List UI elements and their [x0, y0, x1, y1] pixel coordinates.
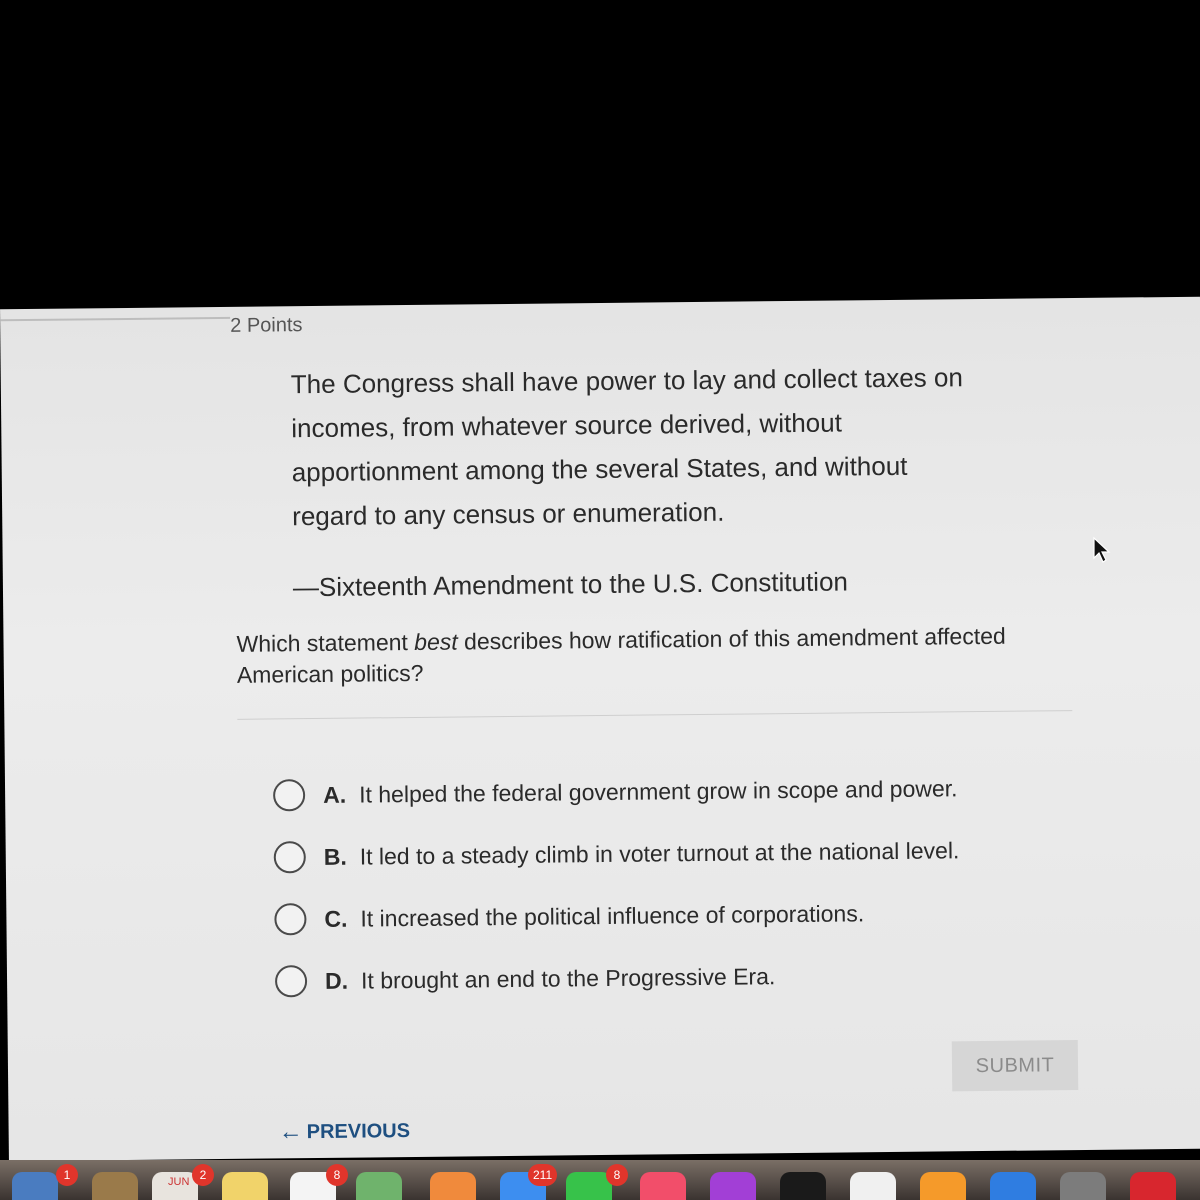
points-label: 2 Points	[230, 314, 303, 337]
notes-app-icon[interactable]	[222, 1172, 268, 1200]
calendar-month-label: JUN	[168, 1176, 190, 1188]
creative-cloud-icon[interactable]	[1130, 1172, 1176, 1200]
previous-label: PREVIOUS	[306, 1119, 411, 1143]
arrow-left-icon: ←	[278, 1118, 303, 1146]
top-divider	[0, 316, 231, 322]
prompt-text-before: Which statement	[236, 628, 415, 657]
news-app-icon[interactable]	[850, 1172, 896, 1200]
question-prompt: Which statement best describes how ratif…	[236, 620, 1087, 691]
quote-line: regard to any census or enumeration.	[292, 496, 725, 532]
mail-app-icon[interactable]	[12, 1172, 58, 1200]
quote-attribution: —Sixteenth Amendment to the U.S. Constit…	[292, 566, 849, 603]
option-d[interactable]: D. It brought an end to the Progressive …	[274, 942, 1036, 1012]
prompt-emphasis: best	[414, 628, 458, 655]
system-preferences-icon[interactable]	[1060, 1172, 1106, 1200]
photo-background-top	[0, 0, 1200, 305]
option-text: It brought an end to the Progressive Era…	[360, 962, 776, 994]
app-store-icon[interactable]	[990, 1172, 1036, 1200]
notification-badge: 2	[192, 1164, 214, 1186]
quote-line: incomes, from whatever source derived, w…	[291, 407, 842, 444]
books-app-icon[interactable]	[920, 1172, 966, 1200]
option-c[interactable]: C. It increased the political influence …	[274, 880, 1035, 950]
notification-badge: 8	[606, 1164, 628, 1186]
notification-badge: 1	[56, 1164, 78, 1186]
question-divider	[237, 710, 1073, 720]
option-b[interactable]: B. It led to a steady climb in voter tur…	[273, 818, 1034, 888]
amendment-quote: The Congress shall have power to lay and…	[291, 355, 1013, 539]
option-letter: C.	[324, 905, 348, 932]
tv-app-icon[interactable]	[780, 1172, 826, 1200]
radio-button-c[interactable]	[274, 903, 307, 936]
radio-button-b[interactable]	[273, 841, 306, 874]
submit-button[interactable]: SUBMIT	[951, 1040, 1079, 1092]
notification-badge: 211	[528, 1164, 558, 1186]
option-letter: D.	[324, 967, 349, 994]
answer-options: A. It helped the federal government grow…	[272, 756, 1036, 1012]
podcasts-app-icon[interactable]	[710, 1172, 756, 1200]
option-letter: A.	[322, 781, 347, 808]
mouse-cursor-icon	[1092, 536, 1112, 569]
quote-line: apportionment among the several States, …	[291, 450, 908, 488]
option-text: It increased the political influence of …	[360, 899, 865, 932]
photos-app-icon[interactable]	[430, 1172, 476, 1200]
option-a[interactable]: A. It helped the federal government grow…	[272, 756, 1034, 826]
previous-button[interactable]: ← PREVIOUS	[279, 1117, 411, 1146]
quote-line: The Congress shall have power to lay and…	[290, 362, 964, 400]
music-app-icon[interactable]	[640, 1172, 686, 1200]
notification-badge: 8	[326, 1164, 348, 1186]
quiz-screen: 2 Points The Congress shall have power t…	[0, 296, 1200, 1162]
option-text: It helped the federal government grow in…	[358, 774, 958, 808]
radio-button-a[interactable]	[272, 779, 306, 812]
option-letter: B.	[323, 843, 347, 870]
option-text: It led to a steady climb in voter turnou…	[359, 836, 960, 870]
radio-button-d[interactable]	[274, 965, 308, 998]
contacts-app-icon[interactable]	[92, 1172, 138, 1200]
macos-dock: 1 JUN 2 8 211 8	[0, 1160, 1200, 1200]
maps-app-icon[interactable]	[356, 1172, 402, 1200]
